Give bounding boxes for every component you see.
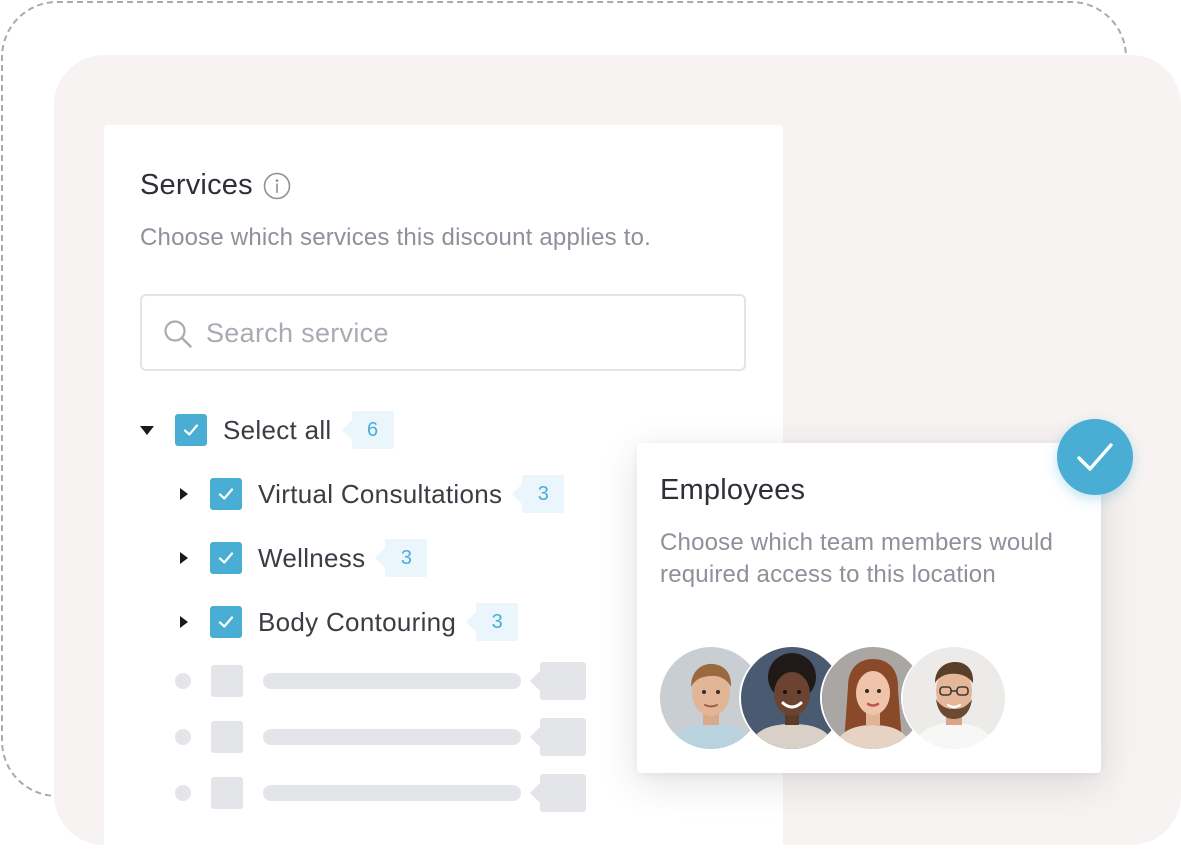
placeholder-badge [530, 718, 586, 756]
service-group-label: Virtual Consultations [258, 478, 503, 509]
checkmark-icon [1077, 443, 1113, 471]
search-box[interactable] [140, 294, 746, 371]
checkmark-icon [183, 424, 199, 436]
service-group-label: Body Contouring [258, 606, 457, 637]
service-group-row: Body Contouring 3 [180, 602, 519, 642]
checkmark-icon [218, 616, 234, 628]
service-group-checkbox[interactable] [210, 606, 242, 638]
caret-right-icon[interactable] [180, 552, 188, 564]
info-icon[interactable] [263, 172, 291, 200]
placeholder-bar [263, 729, 521, 745]
employees-card[interactable]: Employees Choose which team members woul… [637, 443, 1101, 773]
placeholder-dot [175, 785, 191, 801]
service-group-label: Wellness [258, 542, 366, 573]
service-group-row: Virtual Consultations 3 [180, 474, 565, 514]
count-badge: 6 [341, 411, 394, 449]
count-badge: 3 [375, 539, 428, 577]
caret-down-icon[interactable] [140, 425, 154, 435]
search-icon [164, 320, 192, 348]
services-title: Services [140, 169, 253, 201]
services-subtitle: Choose which services this discount appl… [140, 224, 651, 251]
count-badge: 3 [466, 603, 519, 641]
search-input[interactable] [204, 296, 728, 371]
employees-description: Choose which team members would required… [660, 529, 1054, 588]
employees-title: Employees [660, 474, 806, 506]
placeholder-badge [530, 774, 586, 812]
select-all-row: Select all 6 [140, 410, 394, 450]
service-group-checkbox[interactable] [210, 542, 242, 574]
placeholder-checkbox [211, 721, 243, 753]
service-group-row: Wellness 3 [180, 538, 428, 578]
placeholder-dot [175, 729, 191, 745]
caret-right-icon[interactable] [180, 616, 188, 628]
service-group-checkbox[interactable] [210, 478, 242, 510]
select-all-checkbox[interactable] [175, 414, 207, 446]
check-circle-icon[interactable] [1057, 419, 1133, 495]
placeholder-badge [530, 662, 586, 700]
count-badge: 3 [512, 475, 565, 513]
placeholder-bar [263, 785, 521, 801]
checkmark-icon [218, 552, 234, 564]
caret-right-icon[interactable] [180, 488, 188, 500]
services-header: Services [140, 169, 291, 202]
placeholder-checkbox [211, 665, 243, 697]
avatar-group[interactable] [660, 647, 1010, 749]
avatar[interactable] [903, 647, 1005, 749]
select-all-label: Select all [223, 414, 332, 445]
placeholder-checkbox [211, 777, 243, 809]
placeholder-bar [263, 673, 521, 689]
checkmark-icon [218, 488, 234, 500]
placeholder-dot [175, 673, 191, 689]
